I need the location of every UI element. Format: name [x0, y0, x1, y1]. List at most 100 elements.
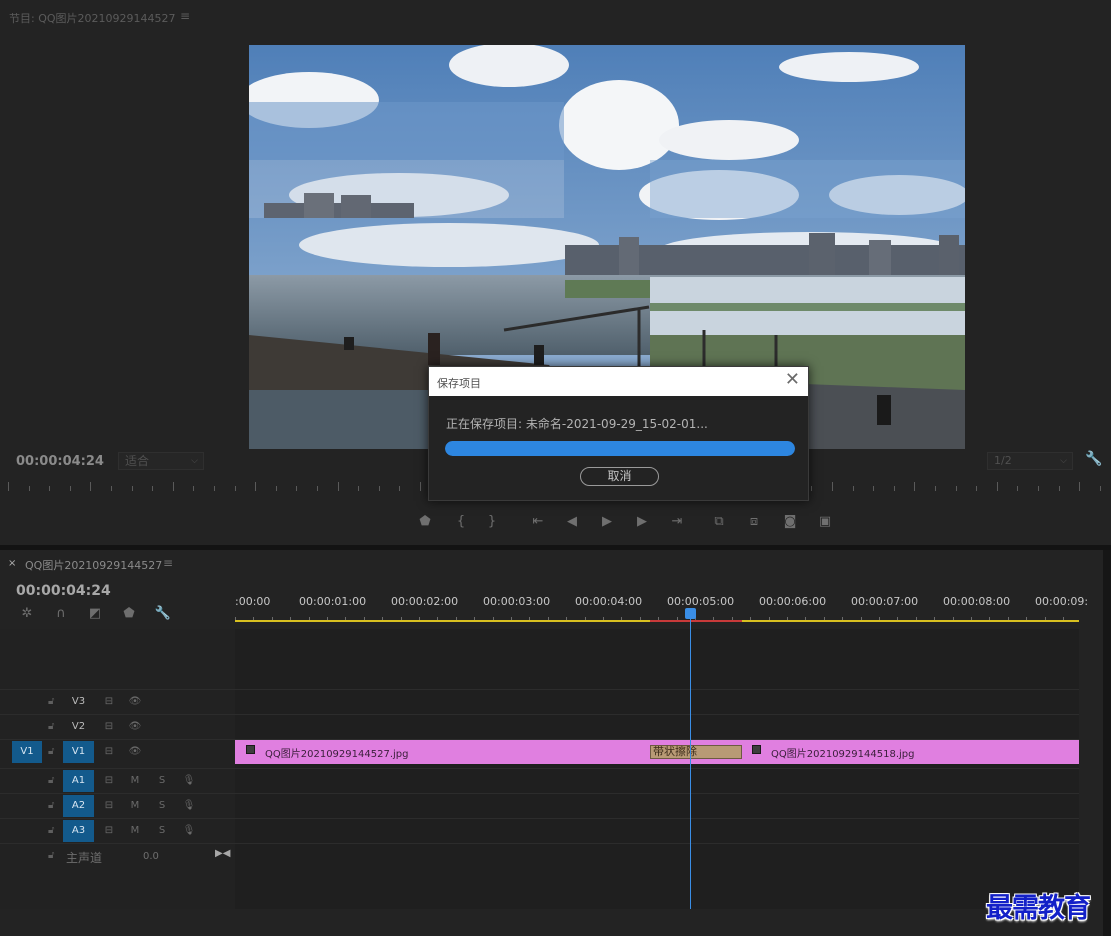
close-icon[interactable]: ✕ — [785, 371, 800, 389]
timeline-settings-wrench-icon[interactable]: 🔧 — [154, 606, 172, 621]
sequence-timecode[interactable]: 00:00:04:24 — [16, 583, 111, 599]
playback-resolution-select[interactable]: 1/2 ⌵ — [987, 452, 1073, 470]
lock-icon[interactable]: 🔓︎ — [48, 690, 60, 714]
track-name-v1[interactable]: V1 — [63, 741, 94, 763]
ruler-tick — [1059, 486, 1060, 491]
ruler-tick — [317, 486, 318, 491]
track-name-a3[interactable]: A3 — [63, 820, 94, 842]
mark-out-icon[interactable]: } — [482, 514, 502, 529]
track-row-a1: 🔓︎ A1 ⊟ M S 🎙︎ — [0, 768, 1079, 792]
track-name-a2[interactable]: A2 — [63, 795, 94, 817]
source-patch-v1[interactable]: V1 — [12, 741, 42, 763]
ruler-tick — [1079, 482, 1080, 491]
playhead-handle[interactable] — [685, 608, 696, 619]
mark-in-icon[interactable]: { — [451, 514, 471, 529]
lock-icon[interactable]: 🔓︎ — [48, 769, 60, 793]
sync-lock-icon[interactable]: ⊟ — [101, 819, 117, 843]
track-row-v3: 🔓︎ V3 ⊟ 👁︎ — [0, 689, 1079, 713]
go-to-out-icon[interactable]: ⇥ — [667, 514, 687, 529]
go-to-end-icon[interactable]: ▶◀ — [215, 848, 230, 859]
sync-lock-icon[interactable]: ⊟ — [101, 690, 117, 714]
track-name-v3[interactable]: V3 — [63, 691, 94, 713]
video-clip-1[interactable]: QQ图片20210929144527.jpg — [235, 740, 650, 764]
comparison-view-icon[interactable]: ▣ — [815, 514, 835, 529]
vertical-scrollbar[interactable] — [1103, 550, 1111, 936]
extract-icon[interactable]: ⧈ — [744, 514, 764, 529]
lock-icon[interactable]: 🔓︎ — [48, 844, 60, 868]
track-name-a1[interactable]: A1 — [63, 770, 94, 792]
eye-icon[interactable]: 👁︎ — [127, 740, 143, 764]
chevron-down-icon: ⌵ — [191, 456, 198, 466]
lock-icon[interactable]: 🔓︎ — [48, 740, 60, 764]
track-row-a2: 🔓︎ A2 ⊟ M S 🎙︎ — [0, 793, 1079, 817]
play-icon[interactable]: ▶ — [597, 514, 617, 529]
sequence-tab-title[interactable]: QQ图片20210929144527 — [25, 557, 162, 573]
dialog-header: 保存项目 ✕ — [429, 367, 808, 396]
step-forward-icon[interactable]: ▶ — [632, 514, 652, 529]
lock-icon[interactable]: 🔓︎ — [48, 715, 60, 739]
ruler-tick — [997, 482, 998, 491]
step-back-icon[interactable]: ◀ — [562, 514, 582, 529]
ruler-tick — [338, 482, 339, 491]
ruler-tick — [1017, 486, 1018, 491]
lock-icon[interactable]: 🔓︎ — [48, 819, 60, 843]
lock-icon[interactable]: 🔓︎ — [48, 794, 60, 818]
dialog-message: 正在保存项目: 未命名-2021-09-29_15-02-01... — [446, 417, 708, 431]
add-marker-icon[interactable]: ⬟ — [415, 514, 435, 529]
lift-icon[interactable]: ⧉ — [709, 514, 729, 529]
snap-magnet-icon[interactable]: ∩ — [52, 606, 70, 621]
panel-menu-icon[interactable]: ≡ — [163, 556, 173, 570]
sync-lock-icon[interactable]: ⊟ — [101, 769, 117, 793]
sync-lock-icon[interactable]: ⊟ — [101, 794, 117, 818]
ruler-time-label: 00:00:08:00 — [943, 595, 1011, 608]
ruler-tick — [214, 486, 215, 491]
panel-menu-icon[interactable]: ≡ — [180, 9, 190, 23]
ruler-tick — [956, 486, 957, 491]
track-name-v2[interactable]: V2 — [63, 716, 94, 738]
go-to-in-icon[interactable]: ⇤ — [528, 514, 548, 529]
add-marker-icon[interactable]: ⬟ — [120, 606, 138, 621]
ruler-time-label: 00:00:04:00 — [575, 595, 643, 608]
ruler-tick — [29, 486, 30, 491]
transition-clip[interactable]: 带状擦除 — [650, 745, 742, 759]
track-row-master: 🔓︎ — [0, 843, 1079, 867]
ruler-time-label: 00:00:06:00 — [759, 595, 827, 608]
sync-lock-icon[interactable]: ⊟ — [101, 715, 117, 739]
master-volume-value[interactable]: 0.0 — [143, 851, 159, 862]
eye-icon[interactable]: 👁︎ — [127, 690, 143, 714]
ruler-tick — [152, 486, 153, 491]
zoom-level-select[interactable]: 适合 ⌵ — [118, 452, 204, 470]
nest-sequence-icon[interactable]: ✲ — [18, 606, 36, 621]
mute-button[interactable]: M — [127, 769, 143, 793]
fx-badge-icon — [246, 745, 255, 754]
ruler-tick — [873, 486, 874, 491]
sync-lock-icon[interactable]: ⊟ — [101, 740, 117, 764]
settings-wrench-icon[interactable]: 🔧 — [1085, 451, 1102, 467]
microphone-icon[interactable]: 🎙︎ — [181, 819, 197, 843]
solo-button[interactable]: S — [154, 794, 170, 818]
linked-selection-icon[interactable]: ◩ — [86, 606, 104, 621]
program-monitor-title: 节目: QQ图片20210929144527 — [9, 12, 176, 25]
timeline-panel: × QQ图片20210929144527 ≡ 00:00:04:24 ✲ ∩ ◩… — [0, 550, 1103, 936]
microphone-icon[interactable]: 🎙︎ — [181, 769, 197, 793]
ruler-time-label: 00:00:07:00 — [851, 595, 919, 608]
playhead-line — [690, 612, 691, 909]
ruler-time-label: 00:00:02:00 — [391, 595, 459, 608]
close-tab-icon[interactable]: × — [8, 558, 16, 569]
ruler-tick — [1100, 486, 1101, 491]
ruler-time-label: 00:00:05:00 — [667, 595, 735, 608]
master-track-label: 主声道 — [66, 851, 103, 865]
render-status-bar — [650, 620, 742, 622]
ruler-tick — [70, 486, 71, 491]
program-timecode[interactable]: 00:00:04:24 — [16, 454, 104, 469]
mute-button[interactable]: M — [127, 794, 143, 818]
clip-name: QQ图片20210929144518.jpg — [771, 749, 915, 760]
export-frame-camera-icon[interactable]: ◙ — [780, 514, 800, 529]
eye-icon[interactable]: 👁︎ — [127, 715, 143, 739]
microphone-icon[interactable]: 🎙︎ — [181, 794, 197, 818]
cancel-button[interactable]: 取消 — [580, 467, 659, 486]
solo-button[interactable]: S — [154, 819, 170, 843]
mute-button[interactable]: M — [127, 819, 143, 843]
save-progress-bar — [445, 441, 795, 456]
solo-button[interactable]: S — [154, 769, 170, 793]
